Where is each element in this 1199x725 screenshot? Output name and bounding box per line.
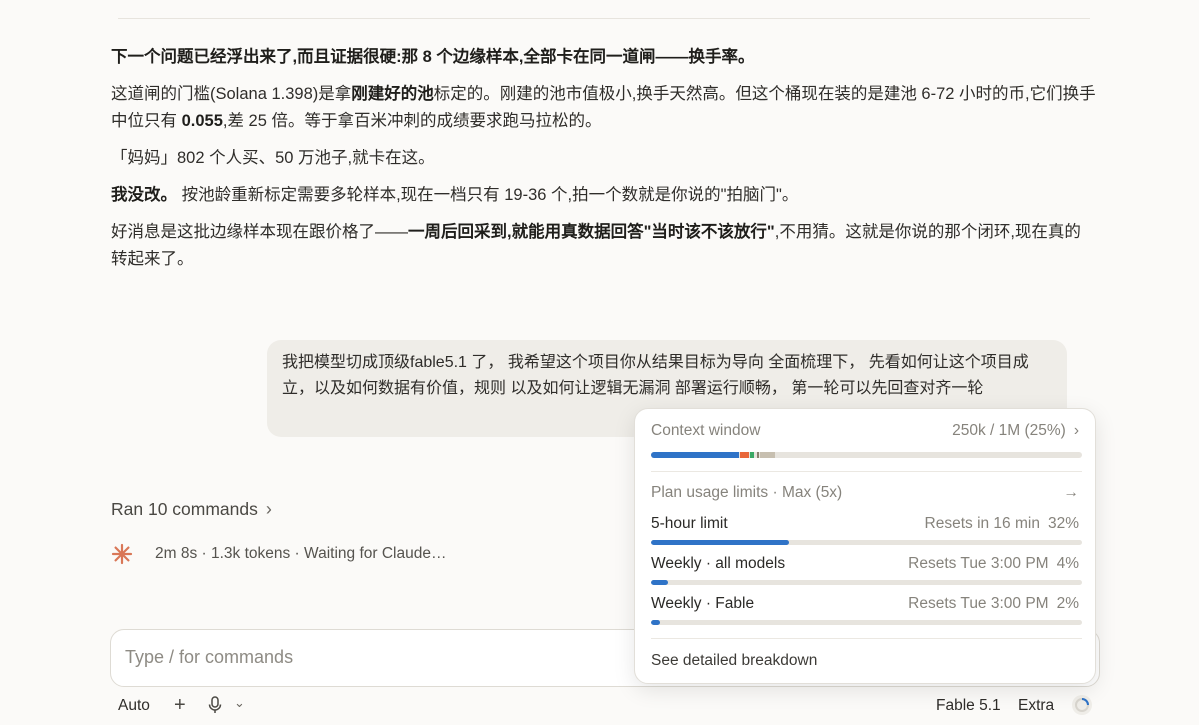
limit-percent: 32% (1047, 515, 1079, 532)
context-window-bar (651, 452, 1082, 458)
mode-selector[interactable]: Auto (118, 697, 150, 715)
assistant-paragraph-4: 我没改。 按池龄重新标定需要多轮样本,现在一档只有 19-36 个,拍一个数就是… (111, 186, 799, 204)
status-text: 2m 8s · 1.3k tokens · Waiting for Claude… (155, 545, 447, 562)
ran-commands-label: Ran 10 commands (111, 499, 258, 519)
limit-percent: 2% (1056, 595, 1079, 612)
limit-fill (651, 580, 669, 585)
context-segment-green (750, 452, 754, 458)
context-window-value: 250k / 1M (25%) (952, 422, 1066, 439)
assistant-paragraph-2: 这道闸的门槛(Solana 1.398)是拿刚建好的池标定的。刚建的池市值极小,… (111, 85, 1096, 130)
context-segment-orange (740, 452, 749, 458)
limit-name: 5-hour limit (651, 515, 728, 532)
popover-divider (651, 638, 1082, 639)
plan-usage-row[interactable]: Plan usage limits · Max (5x) → (651, 484, 1079, 502)
context-segment-main (651, 452, 739, 458)
chevron-right-icon: › (1073, 422, 1079, 439)
status-line: 2m 8s · 1.3k tokens · Waiting for Claude… (111, 543, 446, 565)
model-selector[interactable]: Fable 5.1 (936, 697, 1001, 715)
assistant-headline: 下一个问题已经浮出来了,而且证据很硬:那 8 个边缘样本,全部卡在同一道闸——换… (111, 48, 755, 66)
limit-row-weekly-fable: Weekly · Fable Resets Tue 3:00 PM 2% (651, 595, 1079, 613)
arrow-right-icon: → (1063, 484, 1080, 501)
context-segment-tan (760, 452, 775, 458)
limit-reset: Resets in 16 min (924, 515, 1040, 532)
limit-row-weekly-all: Weekly · all models Resets Tue 3:00 PM 4… (651, 555, 1079, 573)
limit-reset: Resets Tue 3:00 PM (908, 555, 1049, 572)
assistant-paragraph-1: 下一个问题已经浮出来了,而且证据很硬:那 8 个边缘样本,全部卡在同一道闸——换… (111, 44, 1096, 71)
limit-bar-5-hour (651, 540, 1082, 545)
limit-fill (651, 540, 789, 545)
spark-icon (111, 543, 133, 565)
limit-bar-weekly-all (651, 580, 1082, 585)
limit-name: Weekly · all models (651, 555, 786, 572)
popover-divider (651, 471, 1082, 472)
limit-name: Weekly · Fable (651, 595, 755, 612)
top-divider (118, 18, 1090, 19)
extra-toggle[interactable]: Extra (1018, 697, 1054, 715)
microphone-icon[interactable] (207, 695, 223, 720)
limit-row-5-hour: 5-hour limit Resets in 16 min 32% (651, 515, 1079, 533)
plan-usage-label: Plan usage limits · Max (5x) (651, 484, 843, 501)
composer-toolbar: Auto + ⌄ Fable 5.1 Extra (110, 694, 1100, 720)
usage-ring-icon[interactable] (1072, 695, 1092, 715)
assistant-message: 下一个问题已经浮出来了,而且证据很硬:那 8 个边缘样本,全部卡在同一道闸——换… (111, 44, 1096, 283)
chevron-down-icon[interactable]: ⌄ (234, 695, 245, 711)
context-window-label: Context window (651, 422, 761, 439)
detailed-breakdown-link[interactable]: See detailed breakdown (651, 652, 1079, 670)
context-window-row[interactable]: Context window 250k / 1M (25%) › (651, 422, 1079, 440)
context-segment-dark (757, 452, 759, 458)
ran-commands-toggle[interactable]: Ran 10 commands › (111, 499, 272, 520)
detailed-breakdown-label: See detailed breakdown (651, 652, 818, 669)
usage-popover: Context window 250k / 1M (25%) › Plan us… (634, 408, 1096, 684)
plus-icon[interactable]: + (174, 694, 186, 717)
limit-reset: Resets Tue 3:00 PM (908, 595, 1049, 612)
assistant-paragraph-3: 「妈妈」802 个人买、50 万池子,就卡在这。 (111, 149, 435, 167)
assistant-paragraph-5: 好消息是这批边缘样本现在跟价格了——一周后回采到,就能用真数据回答"当时该不该放… (111, 223, 1081, 268)
limit-bar-weekly-fable (651, 620, 1082, 625)
message-input[interactable] (123, 646, 627, 669)
chevron-right-icon: › (265, 499, 272, 519)
limit-fill (651, 620, 660, 625)
limit-percent: 4% (1056, 555, 1079, 572)
